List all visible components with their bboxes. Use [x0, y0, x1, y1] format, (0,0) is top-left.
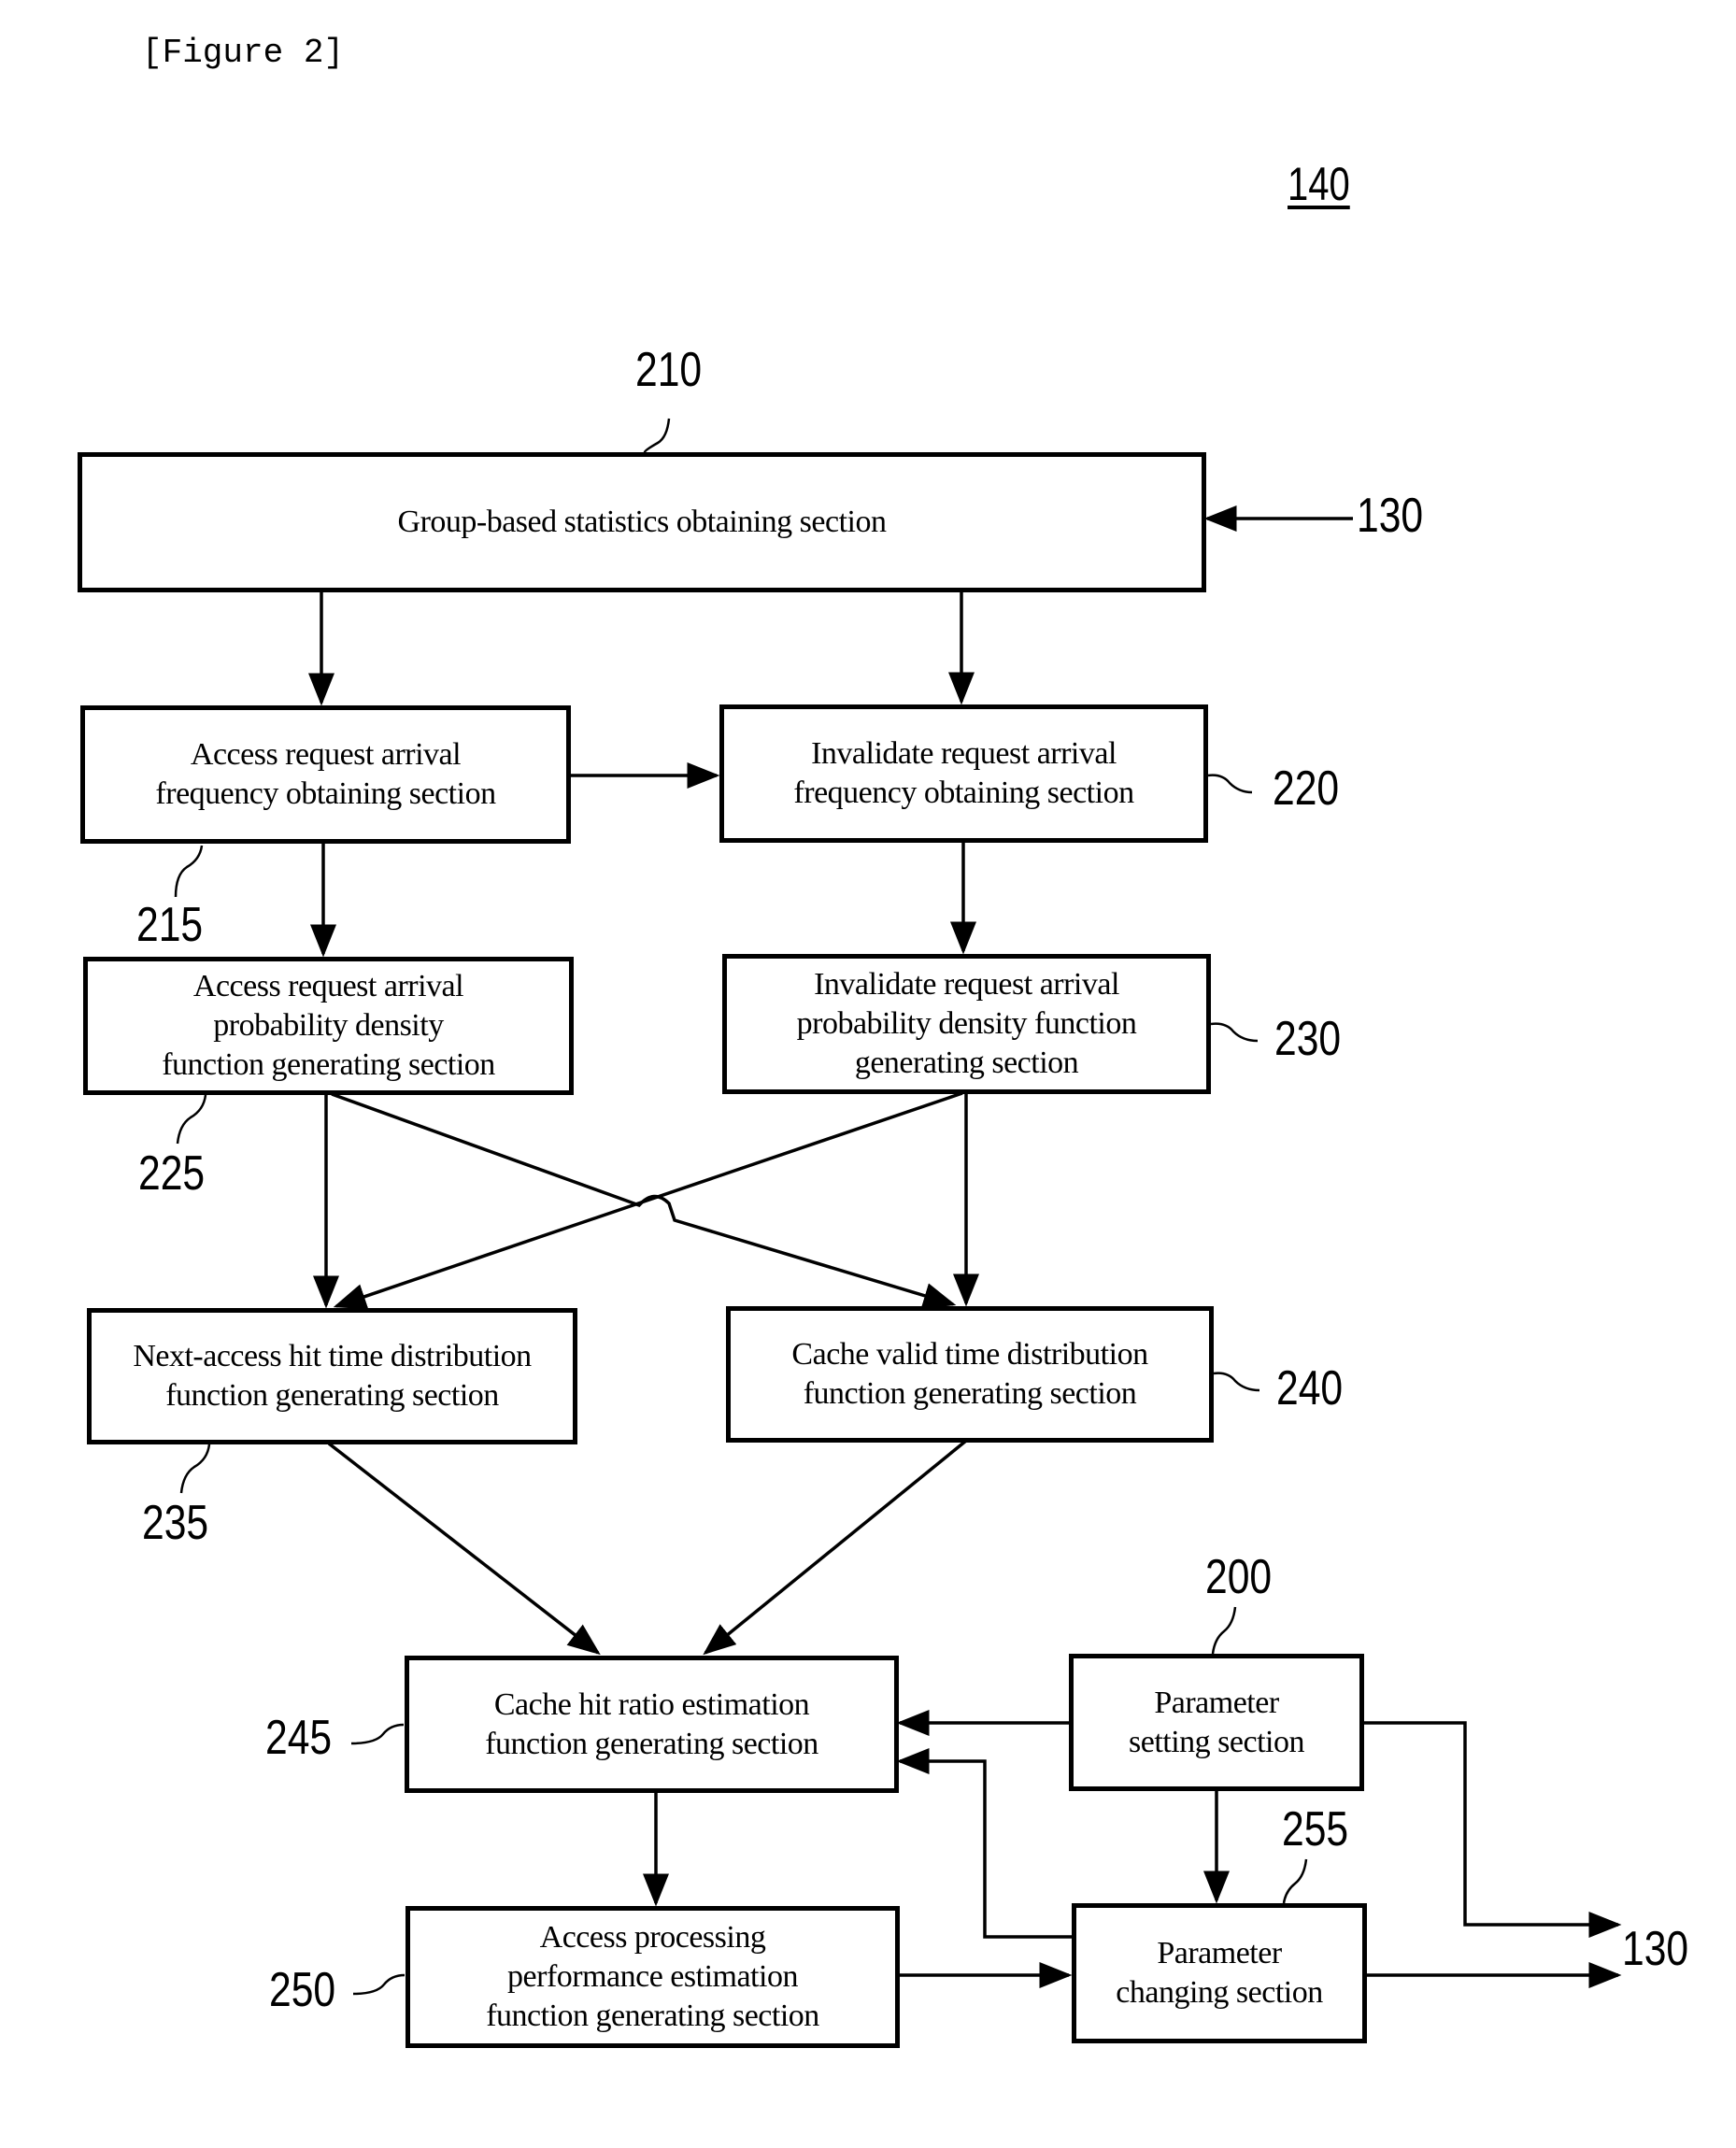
box-label: Access request arrival probability densi… — [162, 969, 495, 1082]
ref-210: 210 — [635, 343, 703, 397]
leader-255 — [1282, 1858, 1308, 1904]
box-label: Next-access hit time distribution functi… — [133, 1339, 532, 1413]
ref-225: 225 — [138, 1146, 206, 1201]
box-label: Invalidate request arrival frequency obt… — [793, 736, 1134, 810]
parameter-setting-box: Parameter setting section — [1069, 1654, 1364, 1791]
ref-250: 250 — [269, 1963, 336, 2017]
parameter-changing-box: Parameter changing section — [1072, 1903, 1367, 2043]
leader-235 — [179, 1444, 211, 1494]
ref-245: 245 — [265, 1711, 333, 1765]
box-label: Group-based statistics obtaining section — [397, 505, 887, 539]
box-label: Parameter changing section — [1116, 1936, 1323, 2010]
ref-200: 200 — [1205, 1550, 1273, 1604]
leader-220 — [1207, 774, 1253, 794]
leader-210 — [643, 418, 671, 453]
next-access-hit-time-box: Next-access hit time distribution functi… — [87, 1308, 577, 1444]
box-label: Cache hit ratio estimation function gene… — [485, 1686, 818, 1761]
access-performance-box: Access processing performance estimation… — [406, 1906, 900, 2048]
arrow-200-to-130 — [1362, 1721, 1622, 1938]
ref-240: 240 — [1276, 1361, 1344, 1415]
leader-250 — [352, 1973, 406, 1996]
cache-hit-ratio-box: Cache hit ratio estimation function gene… — [405, 1656, 899, 1793]
invalidate-pdf-box: Invalidate request arrival probability d… — [722, 954, 1211, 1094]
box-label: Access request arrival frequency obtaini… — [155, 737, 496, 811]
arrow-255-to-245 — [896, 1748, 1072, 1939]
leader-215 — [174, 845, 204, 898]
ref-130-output: 130 — [1622, 1922, 1689, 1976]
box-label: Access processing performance estimation… — [486, 1920, 819, 2033]
arrow-225-to-240 — [331, 1092, 957, 1309]
group-statistics-box: Group-based statistics obtaining section — [78, 452, 1206, 592]
ref-255: 255 — [1282, 1802, 1349, 1856]
ref-220: 220 — [1273, 761, 1340, 816]
arrow-240-to-245 — [703, 1439, 968, 1656]
leader-225 — [176, 1094, 207, 1145]
box-label: Invalidate request arrival probability d… — [796, 967, 1137, 1080]
ref-235: 235 — [142, 1496, 209, 1550]
access-pdf-box: Access request arrival probability densi… — [83, 957, 574, 1095]
leader-245 — [350, 1723, 405, 1745]
ref-215: 215 — [136, 898, 204, 952]
invalidate-frequency-box: Invalidate request arrival frequency obt… — [719, 704, 1208, 843]
leader-200 — [1211, 1606, 1237, 1655]
ref-130-input: 130 — [1357, 489, 1424, 543]
access-frequency-box: Access request arrival frequency obtaini… — [80, 705, 571, 844]
arrow-235-to-245 — [327, 1442, 601, 1656]
cache-valid-time-box: Cache valid time distribution function g… — [726, 1306, 1214, 1443]
ref-230: 230 — [1274, 1012, 1342, 1066]
leader-230 — [1210, 1022, 1259, 1043]
box-label: Cache valid time distribution function g… — [791, 1337, 1148, 1411]
arrow-230-to-235 — [333, 1091, 963, 1310]
leader-240 — [1213, 1372, 1260, 1392]
box-label: Parameter setting section — [1129, 1685, 1304, 1759]
